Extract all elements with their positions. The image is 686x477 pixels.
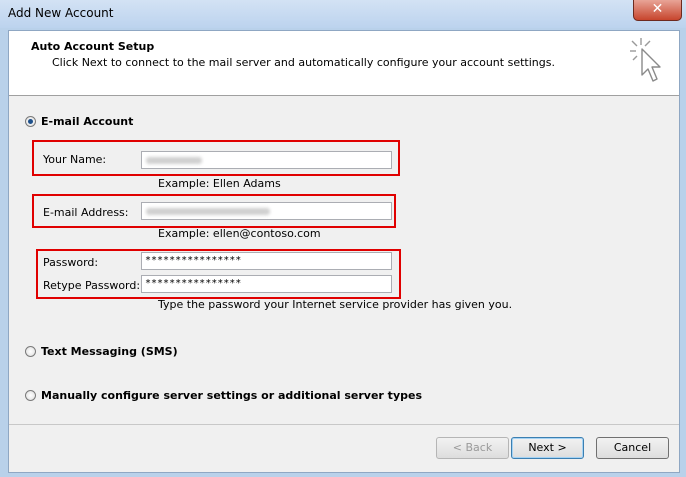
next-button[interactable]: Next >: [511, 437, 584, 459]
email-account-option[interactable]: E-mail Account: [25, 115, 133, 128]
redacted-name-value: [146, 157, 202, 164]
cursor-sparkle-icon: [630, 38, 661, 82]
header-title: Auto Account Setup: [31, 40, 155, 53]
your-name-label: Your Name:: [43, 153, 107, 166]
dialog-header: Auto Account Setup Click Next to connect…: [9, 31, 679, 96]
password-value: ****************: [145, 255, 242, 266]
footer-separator: [9, 424, 679, 425]
text-messaging-radio[interactable]: [25, 346, 36, 357]
back-button[interactable]: < Back: [436, 437, 509, 459]
manual-config-option[interactable]: Manually configure server settings or ad…: [25, 389, 422, 402]
password-label: Password:: [43, 256, 99, 269]
redacted-email-value: [146, 208, 270, 215]
email-address-input[interactable]: [141, 202, 392, 220]
password-hint: Type the password your Internet service …: [158, 298, 513, 311]
email-account-radio[interactable]: [25, 116, 36, 127]
your-name-hint: Example: Ellen Adams: [158, 177, 281, 190]
manual-config-label: Manually configure server settings or ad…: [41, 389, 422, 402]
email-account-label: E-mail Account: [41, 115, 134, 128]
text-messaging-option[interactable]: Text Messaging (SMS): [25, 345, 178, 358]
add-account-window: Add New Account ✕ Auto Account Setup Cli…: [0, 0, 686, 477]
retype-password-label: Retype Password:: [43, 279, 141, 292]
dialog-client-area: Auto Account Setup Click Next to connect…: [8, 30, 680, 473]
retype-password-value: ****************: [145, 278, 242, 289]
cancel-button[interactable]: Cancel: [596, 437, 669, 459]
close-button[interactable]: ✕: [633, 0, 682, 21]
title-bar[interactable]: Add New Account ✕: [0, 0, 686, 28]
your-name-input[interactable]: [141, 151, 392, 169]
text-messaging-label: Text Messaging (SMS): [41, 345, 178, 358]
email-address-label: E-mail Address:: [43, 206, 129, 219]
header-description: Click Next to connect to the mail server…: [52, 56, 555, 69]
password-input[interactable]: ****************: [141, 252, 392, 270]
email-address-hint: Example: ellen@contoso.com: [158, 227, 321, 240]
retype-password-input[interactable]: ****************: [141, 275, 392, 293]
manual-config-radio[interactable]: [25, 390, 36, 401]
close-icon: ✕: [651, 1, 664, 17]
window-title: Add New Account: [8, 6, 114, 20]
